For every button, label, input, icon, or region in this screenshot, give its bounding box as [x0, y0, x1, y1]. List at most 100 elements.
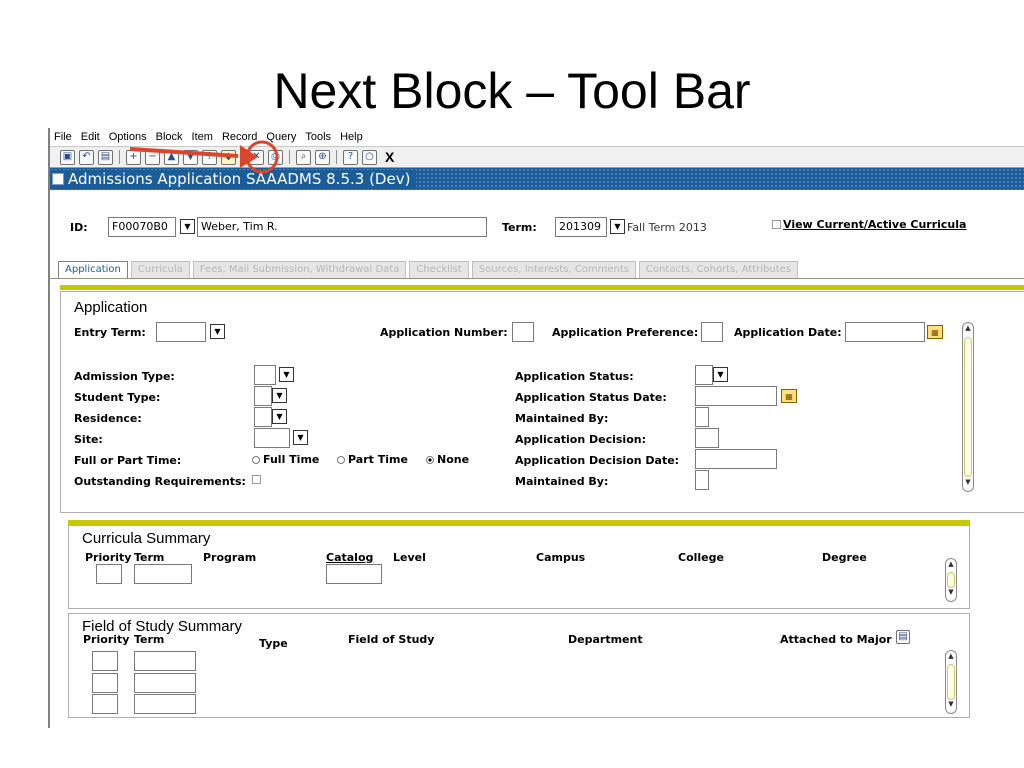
scroll-down-icon[interactable]: ▼ — [946, 700, 956, 712]
entry-term-field[interactable] — [156, 322, 206, 342]
app-status-date-field[interactable] — [695, 386, 777, 406]
menu-file[interactable]: File — [54, 131, 72, 143]
application-scrollbar[interactable]: ▲ ▼ — [962, 322, 974, 492]
id-field[interactable]: F00070B0 — [108, 217, 176, 237]
tab-sources[interactable]: Sources, Interests, Comments — [471, 261, 637, 279]
curricula-scrollbar[interactable]: ▲ ▼ — [945, 558, 957, 602]
app-decision-date-field[interactable] — [695, 449, 777, 469]
enter-query-icon[interactable]: ? — [202, 149, 217, 165]
banner-form-window: File Edit Options Block Item Record Quer… — [48, 128, 1024, 728]
previous-block-icon[interactable]: ▲ — [164, 149, 179, 165]
residence-field[interactable] — [254, 407, 272, 427]
menu-query[interactable]: Query — [266, 131, 296, 143]
curricula-catalog-field[interactable] — [326, 564, 382, 584]
help-icon[interactable]: ⊕ — [315, 149, 330, 165]
insert-record-icon[interactable]: + — [126, 149, 141, 165]
calendar-icon[interactable]: ▦ — [781, 389, 797, 403]
radio-part-time[interactable]: Part Time — [337, 453, 408, 466]
fos-priority-field-1[interactable] — [92, 651, 118, 671]
chevron-down-icon: ▼ — [276, 391, 283, 400]
rollback-icon[interactable]: ↶ — [79, 149, 94, 165]
col-college: College — [678, 551, 724, 564]
next-block-icon[interactable]: ▼ — [183, 149, 198, 165]
tab-fees[interactable]: Fees, Mail Submission, Withdrawal Data — [192, 261, 407, 279]
name-field: Weber, Tim R. — [197, 217, 487, 237]
menu-options[interactable]: Options — [109, 131, 147, 143]
outstanding-checkbox[interactable] — [252, 475, 261, 484]
site-lookup[interactable]: ▼ — [293, 430, 308, 445]
remove-record-icon[interactable]: − — [145, 149, 160, 165]
scroll-up-icon[interactable]: ▲ — [946, 652, 956, 664]
chevron-down-icon: ▼ — [214, 327, 221, 336]
menu-help[interactable]: Help — [340, 131, 363, 143]
curricula-term-field[interactable] — [134, 564, 192, 584]
scroll-down-icon[interactable]: ▼ — [963, 478, 973, 490]
tab-curricula[interactable]: Curricula — [130, 261, 190, 279]
tab-contacts[interactable]: Contacts, Cohorts, Attributes — [639, 261, 799, 279]
term-lookup-button[interactable]: ▼ — [610, 219, 625, 234]
help-icon[interactable]: ? — [343, 149, 358, 165]
radio-none[interactable]: None — [426, 453, 469, 466]
fos-priority-field-2[interactable] — [92, 673, 118, 693]
entry-term-label: Entry Term: — [74, 326, 146, 339]
search-icon[interactable]: ⌕ — [296, 149, 311, 165]
field-study-scrollbar[interactable]: ▲ ▼ — [945, 650, 957, 714]
entry-term-lookup[interactable]: ▼ — [210, 324, 225, 339]
admission-type-label: Admission Type: — [74, 370, 175, 383]
cancel-query-icon[interactable]: ✕ — [249, 149, 264, 165]
scroll-down-icon[interactable]: ▼ — [946, 588, 956, 600]
calendar-icon[interactable]: ▦ — [927, 325, 943, 339]
execute-query-icon[interactable]: ◆ — [221, 149, 236, 165]
app-preference-field[interactable] — [701, 322, 723, 342]
app-decision-date-label: Application Decision Date: — [515, 454, 680, 467]
app-status-field[interactable] — [695, 365, 713, 385]
student-type-field[interactable] — [254, 386, 272, 406]
scroll-up-icon[interactable]: ▲ — [963, 324, 973, 336]
tab-checklist[interactable]: Checklist — [409, 261, 469, 279]
col-priority: Priority — [83, 633, 130, 646]
print-icon[interactable]: ⎙ — [268, 149, 283, 165]
lightbulb-icon[interactable]: ○ — [362, 149, 377, 165]
app-decision-field[interactable] — [695, 428, 719, 448]
fos-term-field-3[interactable] — [134, 694, 196, 714]
app-number-field[interactable] — [512, 322, 534, 342]
curricula-priority-field[interactable] — [96, 564, 122, 584]
view-curricula-checkbox[interactable] — [772, 220, 781, 229]
app-preference-label: Application Preference: — [552, 326, 699, 339]
residence-lookup[interactable]: ▼ — [272, 409, 287, 424]
fos-term-field-2[interactable] — [134, 673, 196, 693]
menu-tools[interactable]: Tools — [305, 131, 331, 143]
chevron-down-icon: ▼ — [184, 222, 191, 231]
fos-priority-field-3[interactable] — [92, 694, 118, 714]
menu-block[interactable]: Block — [156, 131, 183, 143]
scroll-thumb[interactable] — [964, 337, 972, 477]
attached-major-icon[interactable]: ▤ — [896, 630, 910, 644]
accent-line — [60, 285, 1024, 290]
exit-icon[interactable]: X — [385, 149, 394, 165]
app-status-lookup[interactable]: ▼ — [713, 367, 728, 382]
chevron-down-icon: ▼ — [717, 370, 724, 379]
radio-full-time[interactable]: Full Time — [252, 453, 319, 466]
admission-type-field[interactable] — [254, 365, 276, 385]
view-curricula-label: View Current/Active Curricula — [783, 218, 967, 231]
app-date-field[interactable] — [845, 322, 925, 342]
scroll-up-icon[interactable]: ▲ — [946, 560, 956, 572]
col-program: Program — [203, 551, 257, 564]
site-field[interactable] — [254, 428, 290, 448]
fos-term-field-1[interactable] — [134, 651, 196, 671]
admission-type-lookup[interactable]: ▼ — [279, 367, 294, 382]
save-icon[interactable]: ▣ — [60, 149, 75, 165]
menu-record[interactable]: Record — [222, 131, 257, 143]
radio-icon — [337, 455, 345, 464]
scroll-thumb[interactable] — [947, 572, 955, 588]
col-level: Level — [393, 551, 426, 564]
menu-item[interactable]: Item — [192, 131, 213, 143]
menu-edit[interactable]: Edit — [81, 131, 100, 143]
id-lookup-button[interactable]: ▼ — [180, 219, 195, 234]
tab-application[interactable]: Application — [58, 261, 128, 279]
select-icon[interactable]: ▤ — [98, 149, 113, 165]
term-field[interactable]: 201309 — [555, 217, 607, 237]
student-type-lookup[interactable]: ▼ — [272, 388, 287, 403]
chevron-down-icon: ▼ — [297, 433, 304, 442]
scroll-thumb[interactable] — [947, 664, 955, 700]
